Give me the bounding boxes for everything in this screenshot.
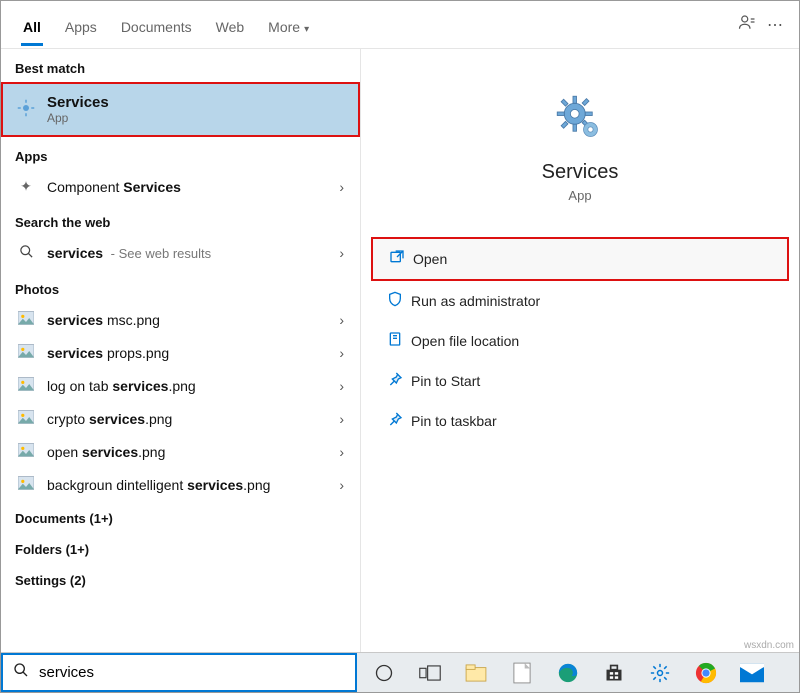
action-label: Pin to taskbar [411, 413, 497, 429]
result-label: services msc.png [47, 312, 160, 328]
result-photo[interactable]: services props.png › [1, 336, 360, 369]
result-photo[interactable]: crypto services.png › [1, 402, 360, 435]
tab-more[interactable]: More ▾ [256, 5, 321, 45]
folder-icon [387, 331, 411, 351]
result-label: Component Services [47, 179, 181, 195]
preview-panel: Services App Open Run as administrator [361, 49, 799, 652]
tb-edge[interactable] [545, 653, 591, 693]
chevron-right-icon: › [339, 245, 344, 261]
best-match-result[interactable]: Services App [1, 82, 360, 137]
image-icon [15, 344, 37, 361]
search-icon [15, 244, 37, 262]
result-component-services[interactable]: ✦ Component Services › [1, 170, 360, 203]
action-label: Open [413, 251, 447, 267]
watermark: wsxdn.com [744, 640, 794, 651]
chevron-right-icon: › [339, 444, 344, 460]
best-match-title: Services [47, 94, 109, 111]
action-label: Run as administrator [411, 293, 540, 309]
tab-web[interactable]: Web [204, 5, 257, 45]
tb-mail[interactable] [729, 653, 775, 693]
search-input[interactable] [39, 664, 345, 681]
result-web-search[interactable]: services - See web results › [1, 236, 360, 270]
pin-icon [387, 411, 411, 431]
image-icon [15, 311, 37, 328]
gear-icon [552, 91, 608, 147]
feedback-icon[interactable] [733, 13, 761, 36]
result-photo[interactable]: services msc.png › [1, 303, 360, 336]
chevron-down-icon: ▾ [304, 24, 309, 35]
result-photo[interactable]: log on tab services.png › [1, 369, 360, 402]
pin-icon [387, 371, 411, 391]
chevron-right-icon: › [339, 179, 344, 195]
result-label: services - See web results [47, 245, 211, 261]
preview-title: Services [371, 161, 789, 184]
action-label: Open file location [411, 333, 519, 349]
section-folders[interactable]: Folders (1+) [1, 532, 360, 563]
taskbar [1, 652, 799, 692]
chevron-right-icon: › [339, 345, 344, 361]
section-documents[interactable]: Documents (1+) [1, 501, 360, 532]
results-panel: Best match Services App Apps ✦ Component… [1, 49, 361, 652]
taskbar-search[interactable] [1, 653, 357, 692]
result-label: backgroun dintelligent services.png [47, 477, 270, 493]
result-label: open services.png [47, 444, 165, 460]
section-photos: Photos [1, 270, 360, 303]
tab-all[interactable]: All [11, 5, 53, 45]
shield-icon [387, 291, 411, 311]
preview-type: App [371, 188, 789, 203]
tb-chrome[interactable] [683, 653, 729, 693]
search-icon [13, 662, 29, 683]
chevron-right-icon: › [339, 477, 344, 493]
result-label: services props.png [47, 345, 169, 361]
result-photo[interactable]: backgroun dintelligent services.png › [1, 468, 360, 501]
image-icon [15, 443, 37, 460]
tb-cortana[interactable] [361, 653, 407, 693]
action-label: Pin to Start [411, 373, 480, 389]
search-tabs: All Apps Documents Web More ▾ ⋯ [1, 1, 799, 49]
tb-task-view[interactable] [407, 653, 453, 693]
tb-store[interactable] [591, 653, 637, 693]
tab-documents[interactable]: Documents [109, 5, 204, 45]
chevron-right-icon: › [339, 312, 344, 328]
image-icon [15, 377, 37, 394]
tab-more-label: More [268, 19, 300, 35]
action-pin-start[interactable]: Pin to Start [371, 361, 789, 401]
chevron-right-icon: › [339, 378, 344, 394]
best-match-type: App [47, 111, 109, 125]
section-search-web: Search the web [1, 203, 360, 236]
action-file-location[interactable]: Open file location [371, 321, 789, 361]
open-icon [389, 249, 413, 269]
action-run-admin[interactable]: Run as administrator [371, 281, 789, 321]
result-photo[interactable]: open services.png › [1, 435, 360, 468]
more-options-icon[interactable]: ⋯ [761, 15, 789, 35]
tb-libreoffice[interactable] [499, 653, 545, 693]
action-open[interactable]: Open [371, 237, 789, 281]
image-icon [15, 410, 37, 427]
action-pin-taskbar[interactable]: Pin to taskbar [371, 401, 789, 441]
section-settings[interactable]: Settings (2) [1, 563, 360, 594]
tb-settings[interactable] [637, 653, 683, 693]
section-best-match: Best match [1, 49, 360, 82]
section-apps: Apps [1, 137, 360, 170]
tab-apps[interactable]: Apps [53, 5, 109, 45]
result-label: log on tab services.png [47, 378, 196, 394]
component-icon: ✦ [15, 178, 37, 195]
tb-explorer[interactable] [453, 653, 499, 693]
gear-icon [15, 99, 37, 120]
result-label: crypto services.png [47, 411, 172, 427]
chevron-right-icon: › [339, 411, 344, 427]
image-icon [15, 476, 37, 493]
